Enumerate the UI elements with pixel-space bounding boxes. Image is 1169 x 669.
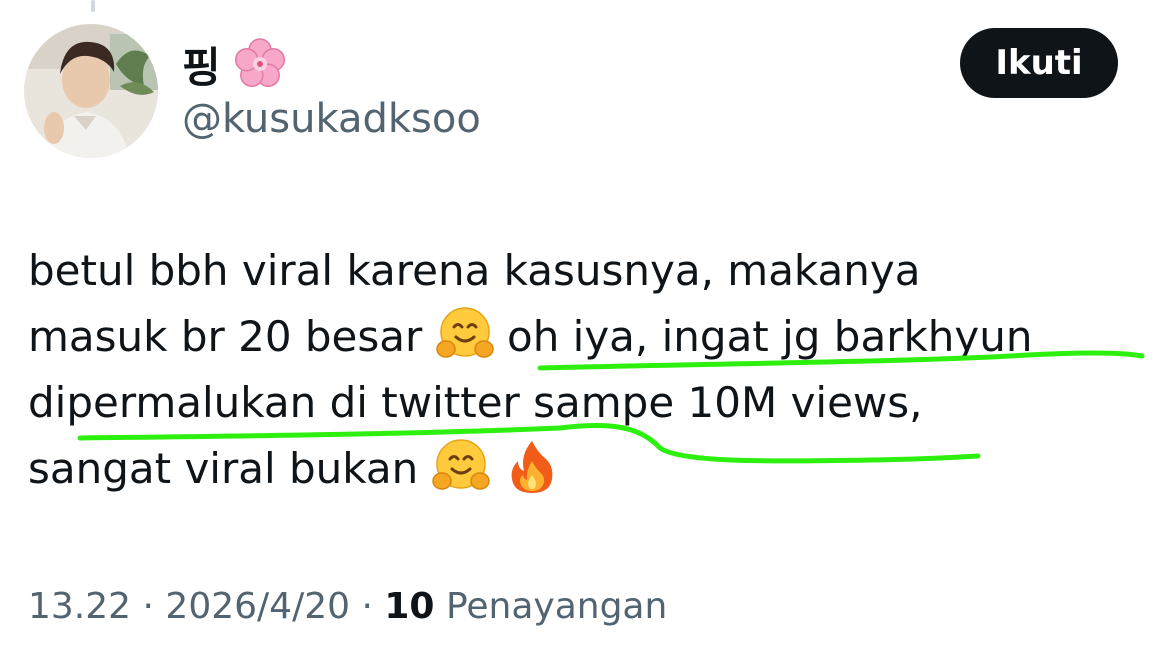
meta-separator: · xyxy=(142,586,154,627)
tweet-line-1: betul bbh viral karena kasusnya, makanya xyxy=(28,246,921,295)
cherry-blossom-icon xyxy=(231,35,289,93)
author-display-name[interactable]: 핑 xyxy=(182,36,289,92)
views-count: 10 xyxy=(384,586,435,627)
tweet-text: betul bbh viral karena kasusnya, makanya… xyxy=(28,238,1138,502)
views-label: Penayangan xyxy=(445,586,668,627)
tweet-line-4: sangat viral bukan xyxy=(28,436,1138,502)
thread-connector-line xyxy=(91,0,95,12)
tweet-line-4-text-before: sangat viral bukan xyxy=(28,444,432,493)
tweet-time[interactable]: 13.22 xyxy=(28,586,131,627)
tweet-meta: 13.22 · 2026/4/20 · 10 Penayangan xyxy=(28,586,667,627)
tweet-line-2: masuk br 20 besar oh iya, ingat jg barkh… xyxy=(28,304,1138,370)
follow-button[interactable]: Ikuti xyxy=(960,28,1118,98)
display-name-text: 핑 xyxy=(182,42,221,92)
fire-icon xyxy=(503,437,561,495)
tweet-line-2-text-after: oh iya, ingat jg barkhyun xyxy=(493,312,1033,361)
avatar[interactable] xyxy=(24,24,158,158)
tweet-line-2-text-before: masuk br 20 besar xyxy=(28,312,436,361)
meta-separator: · xyxy=(361,586,373,627)
hugging-face-icon xyxy=(431,437,490,495)
avatar-photo xyxy=(24,24,158,158)
tweet-line-3: dipermalukan di twitter sampe 10M views, xyxy=(28,378,923,427)
tweet-date[interactable]: 2026/4/20 xyxy=(165,586,350,627)
author-handle[interactable]: @kusukadksoo xyxy=(182,96,481,142)
hugging-face-icon xyxy=(435,305,494,363)
